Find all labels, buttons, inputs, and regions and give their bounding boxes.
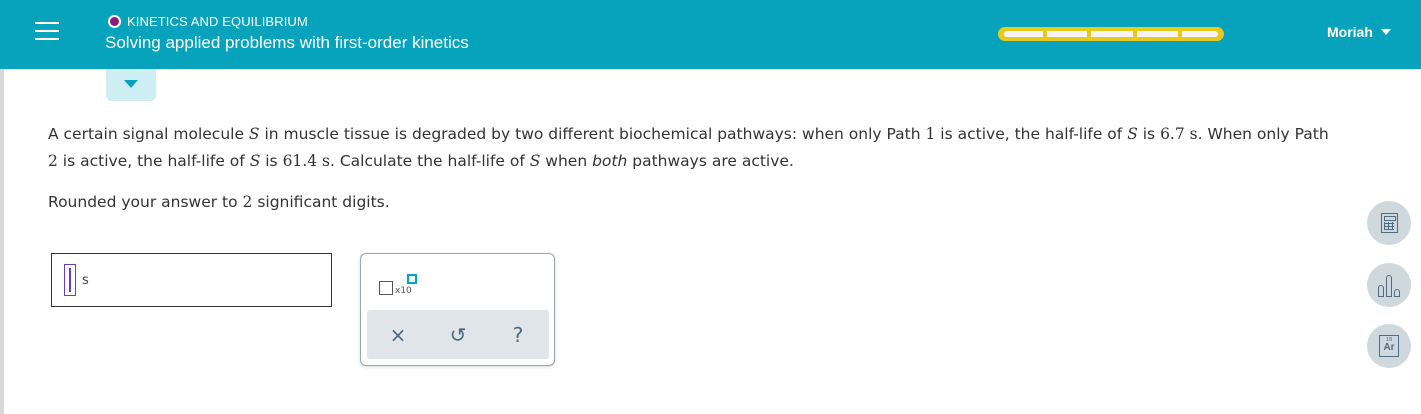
chevron-down-icon bbox=[124, 80, 138, 88]
progress-divider bbox=[1133, 31, 1137, 41]
exponent-box-icon bbox=[407, 274, 417, 284]
progress-divider bbox=[1178, 31, 1182, 41]
periodic-table-icon: 18 Ar bbox=[1379, 335, 1399, 357]
page-title: Solving applied problems with first-orde… bbox=[105, 33, 469, 52]
user-menu[interactable]: Moriah bbox=[1327, 24, 1391, 40]
bar-chart-icon bbox=[1378, 273, 1400, 297]
answer-input[interactable]: s bbox=[51, 253, 332, 307]
user-name: Moriah bbox=[1327, 24, 1373, 40]
chevron-down-icon bbox=[1380, 29, 1391, 35]
calculator-button[interactable] bbox=[1367, 201, 1411, 245]
progress-divider bbox=[1087, 31, 1091, 41]
sci-notation-label: x10 bbox=[395, 286, 412, 296]
progress-divider bbox=[1043, 31, 1047, 41]
palette-toolbar: × ↺ ? bbox=[367, 310, 549, 359]
collapse-header-button[interactable] bbox=[106, 69, 156, 101]
topic-text: KINETICS AND EQUILIBRIUM bbox=[127, 14, 308, 29]
calculator-icon bbox=[1381, 213, 1398, 233]
periodic-table-button[interactable]: 18 Ar bbox=[1367, 324, 1411, 368]
math-palette: x10 × ↺ ? bbox=[360, 253, 555, 366]
hamburger-menu-icon[interactable] bbox=[30, 22, 64, 48]
periodic-symbol: Ar bbox=[1383, 342, 1395, 353]
data-chart-button[interactable] bbox=[1367, 263, 1411, 307]
question-text: A certain signal molecule S in muscle ti… bbox=[48, 125, 1329, 170]
undo-button[interactable]: ↺ bbox=[443, 320, 473, 350]
progress-track bbox=[1004, 31, 1218, 41]
scientific-notation-button[interactable]: x10 bbox=[377, 274, 419, 302]
help-button[interactable]: ? bbox=[503, 320, 533, 350]
progress-bar bbox=[998, 27, 1224, 41]
instruction-text: Rounded your answer to 2 significant dig… bbox=[48, 193, 390, 211]
answer-cursor[interactable] bbox=[64, 264, 76, 296]
top-bar: KINETICS AND EQUILIBRIUM Solving applied… bbox=[0, 0, 1421, 69]
topic-label: KINETICS AND EQUILIBRIUM bbox=[108, 14, 308, 29]
answer-unit: s bbox=[82, 273, 89, 288]
placeholder-box-icon bbox=[379, 281, 393, 295]
clear-button[interactable]: × bbox=[383, 320, 413, 350]
topic-dot-icon bbox=[108, 15, 121, 28]
